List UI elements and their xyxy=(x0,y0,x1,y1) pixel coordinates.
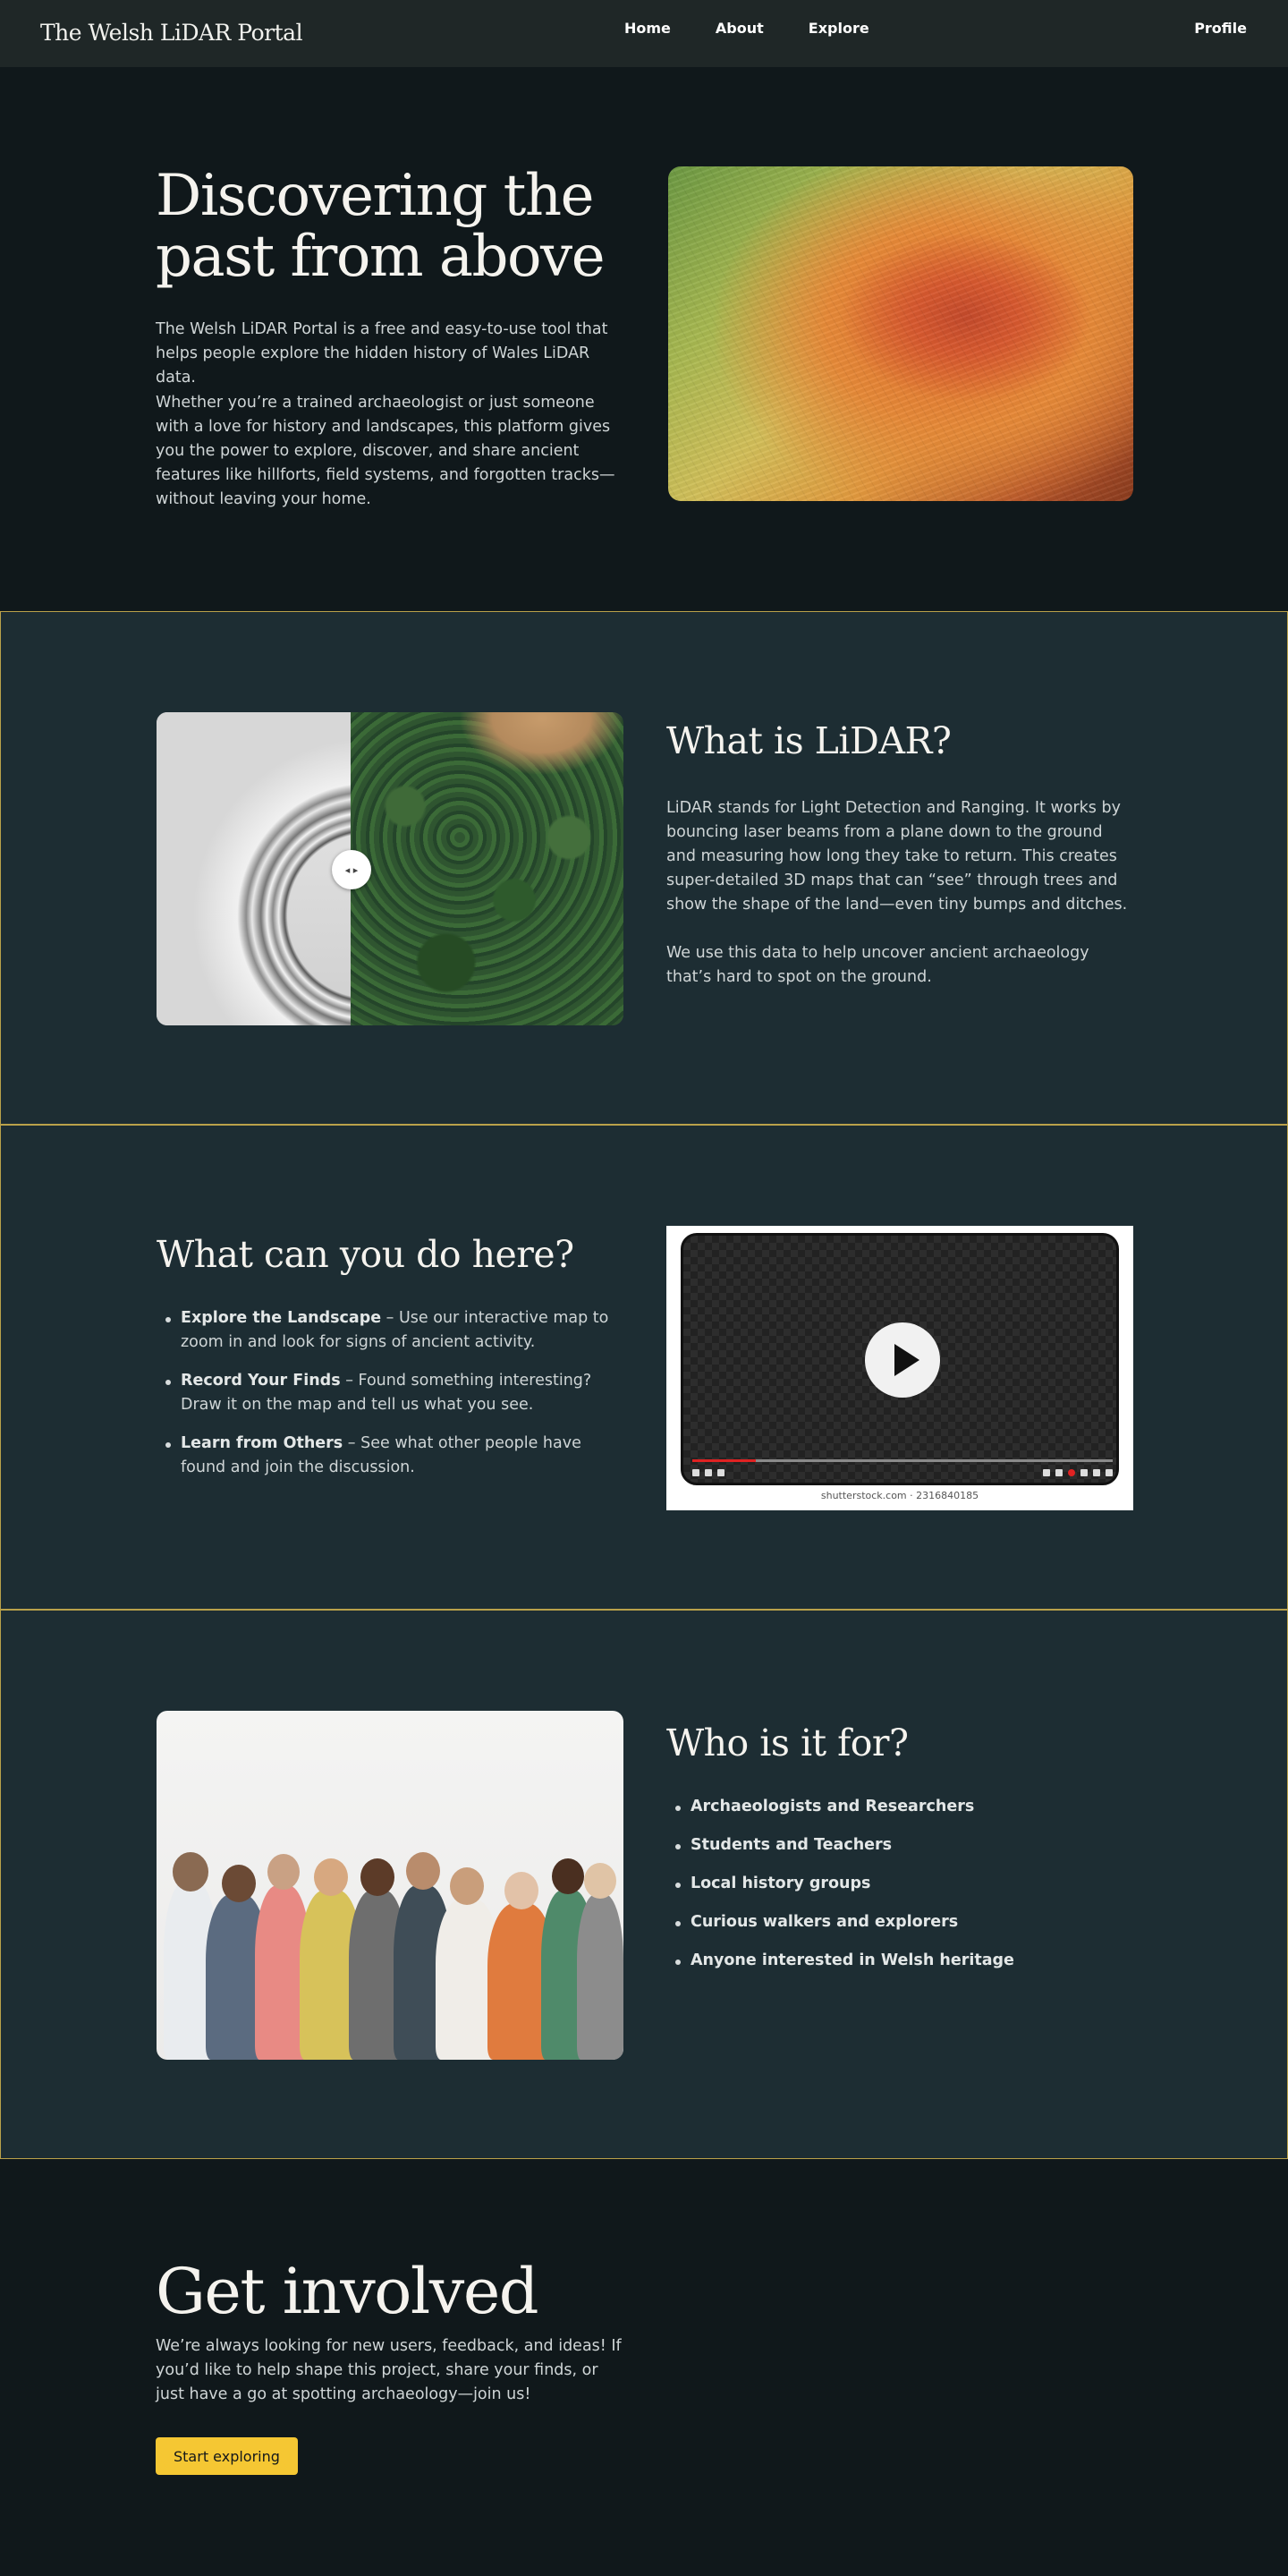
nav-link-profile[interactable]: Profile xyxy=(1194,20,1247,37)
fullscreen-icon[interactable] xyxy=(1106,1469,1113,1476)
play-icon[interactable] xyxy=(865,1322,940,1398)
get-involved-text: We’re always looking for new users, feed… xyxy=(156,2337,622,2403)
hero-section: Discovering the past from above The Wels… xyxy=(0,67,1288,611)
what-is-lidar-section: ◂ ▸ What is LiDAR? LiDAR stands for Ligh… xyxy=(0,611,1288,1125)
lidar-section-title: What is LiDAR? xyxy=(666,719,952,762)
nav-link-explore[interactable]: Explore xyxy=(809,20,869,37)
lidar-compare-slider[interactable]: ◂ ▸ xyxy=(157,712,623,1025)
get-involved-title: Get involved xyxy=(156,2255,539,2328)
compare-arrows-icon[interactable]: ◂ ▸ xyxy=(332,850,371,889)
settings-icon[interactable] xyxy=(1068,1469,1075,1476)
hero-intro-text: The Welsh LiDAR Portal is a free and eas… xyxy=(156,320,608,387)
list-item: Explore the Landscape – Use our interact… xyxy=(157,1306,631,1355)
video-controls xyxy=(692,1467,1113,1479)
lidar-purpose-text: We use this data to help uncover ancient… xyxy=(666,944,1089,986)
list-item: Students and Teachers xyxy=(666,1833,1114,1858)
lidar-hillshade-image xyxy=(157,712,351,1025)
who-is-it-for-section: Who is it for? Archaeologists and Resear… xyxy=(0,1610,1288,2159)
list-item: Record Your Finds – Found something inte… xyxy=(157,1369,631,1417)
top-navbar: The Welsh LiDAR Portal Home About Explor… xyxy=(0,0,1288,67)
list-item: Anyone interested in Welsh heritage xyxy=(666,1949,1114,1973)
site-brand[interactable]: The Welsh LiDAR Portal xyxy=(40,20,303,46)
video-progress-fill xyxy=(692,1459,756,1462)
hero-title: Discovering the past from above xyxy=(156,163,606,290)
list-item: Learn from Others – See what other peopl… xyxy=(157,1432,631,1480)
who-section-title: Who is it for? xyxy=(666,1722,909,1764)
hero-description-text: Whether you’re a trained archaeologist o… xyxy=(156,394,615,508)
nav-link-about[interactable]: About xyxy=(716,20,764,37)
nav-links: Home About Explore xyxy=(624,20,914,37)
feature-list: Explore the Landscape – Use our interact… xyxy=(157,1306,631,1480)
what-can-you-do-section: What can you do here? Explore the Landsc… xyxy=(0,1125,1288,1610)
do-section-title: What can you do here? xyxy=(157,1233,574,1276)
video-watermark: shutterstock.com · 2316840185 xyxy=(820,1490,979,1501)
list-item: Local history groups xyxy=(666,1872,1114,1896)
next-icon[interactable] xyxy=(705,1469,712,1476)
volume-icon[interactable] xyxy=(717,1469,724,1476)
group-photo xyxy=(157,1711,623,2060)
list-item: Archaeologists and Researchers xyxy=(666,1795,1114,1819)
play-small-icon[interactable] xyxy=(692,1469,699,1476)
captions-icon[interactable] xyxy=(1055,1469,1063,1476)
aerial-forest-image xyxy=(351,712,623,1025)
miniplayer-icon[interactable] xyxy=(1080,1469,1088,1476)
nav-link-home[interactable]: Home xyxy=(624,20,671,37)
hero-lidar-elevation-image xyxy=(668,166,1133,501)
video-player[interactable]: shutterstock.com · 2316840185 xyxy=(666,1226,1133,1510)
audience-list: Archaeologists and Researchers Students … xyxy=(666,1795,1114,1973)
theater-icon[interactable] xyxy=(1093,1469,1100,1476)
start-exploring-button[interactable]: Start exploring xyxy=(156,2437,298,2475)
video-screen[interactable] xyxy=(681,1233,1119,1485)
list-item: Curious walkers and explorers xyxy=(666,1910,1114,1934)
video-progress-bar[interactable] xyxy=(692,1459,1113,1462)
autoplay-icon[interactable] xyxy=(1043,1469,1050,1476)
lidar-explanation-text: LiDAR stands for Light Detection and Ran… xyxy=(666,799,1128,914)
